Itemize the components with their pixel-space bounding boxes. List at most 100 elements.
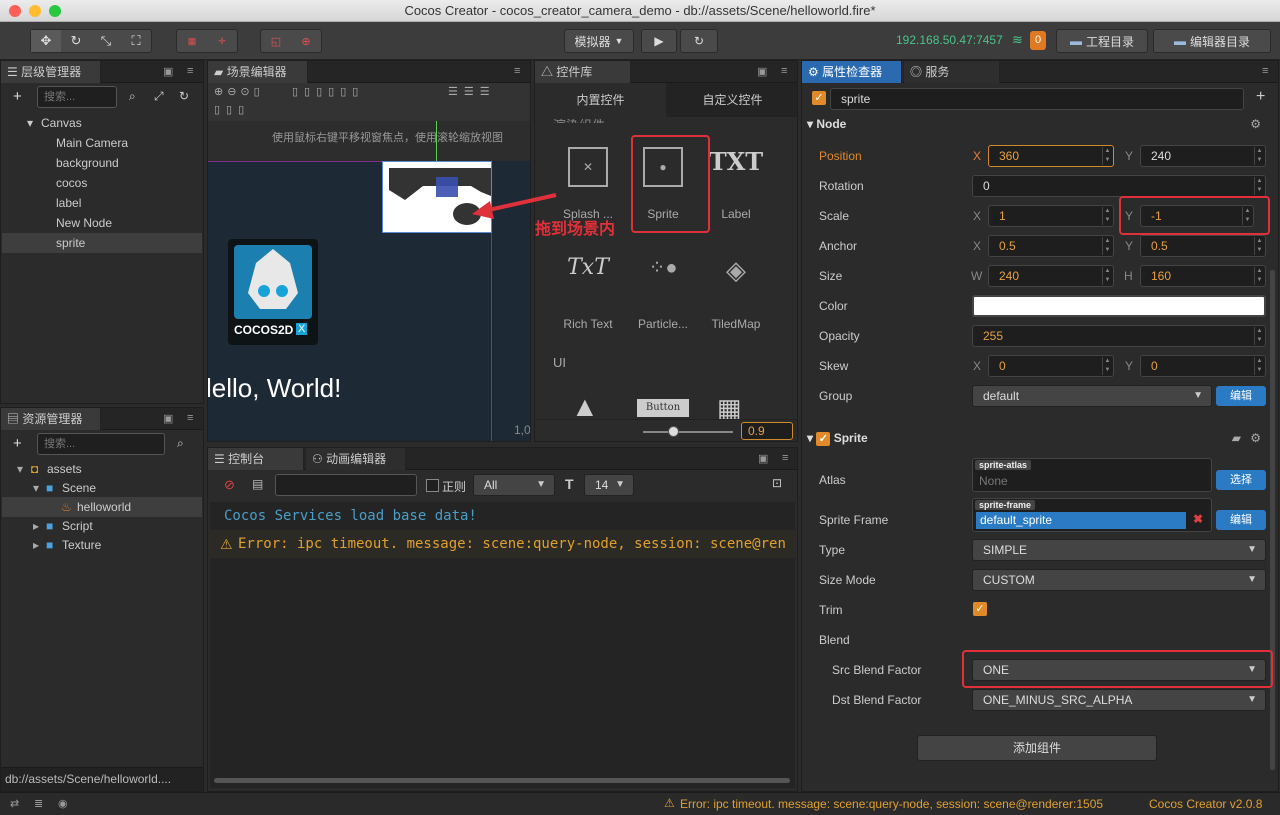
color-swatch[interactable]	[972, 295, 1266, 317]
tree-item-cocos[interactable]: cocos	[56, 173, 87, 193]
widget-splash[interactable]: ✕ Splash ...	[549, 147, 627, 221]
panel-menu-icon[interactable]: ≡	[1262, 65, 1268, 77]
tree-item-canvas[interactable]: Canvas	[41, 113, 82, 133]
tab-custom-widgets[interactable]: 自定义控件	[666, 83, 797, 117]
spinner-icon[interactable]: ▲ ▼	[1254, 267, 1264, 285]
cocos-logo[interactable]: COCOS2D X	[228, 239, 318, 345]
tab-inspector[interactable]: ⚙ 属性检查器	[802, 61, 902, 83]
panel-menu-icon[interactable]: ≡	[781, 65, 787, 77]
clear-console-icon[interactable]: ⊘	[224, 477, 235, 493]
opacity-input[interactable]: 255 ▲ ▼	[972, 325, 1266, 347]
tree-arrow-icon[interactable]: ▸	[33, 535, 39, 555]
spinner-icon[interactable]: ▲ ▼	[1102, 237, 1112, 255]
anchor-y-input[interactable]: 0.5 ▲ ▼	[1140, 235, 1266, 257]
trim-checkbox[interactable]: ✓	[973, 602, 987, 616]
regex-checkbox[interactable]	[426, 479, 439, 492]
sprite-enabled-checkbox[interactable]: ✓	[816, 431, 831, 446]
close-window-button[interactable]	[9, 5, 21, 17]
refresh-icon[interactable]: ↻	[179, 89, 189, 103]
tree-arrow-icon[interactable]: ▾	[27, 113, 33, 133]
tree-item-label[interactable]: label	[56, 193, 81, 213]
expand-icon[interactable]: ⤢	[154, 89, 164, 104]
hierarchy-search-input[interactable]: 搜索...	[37, 86, 117, 108]
scale-x-input[interactable]: 1 ▲ ▼	[988, 205, 1114, 227]
tab-assets[interactable]: ▤ 资源管理器	[1, 408, 101, 430]
panel-menu-icon[interactable]: ≡	[187, 412, 193, 424]
button-widget-icon[interactable]: Button	[637, 399, 689, 417]
asset-item-helloworld[interactable]: helloworld	[77, 497, 131, 517]
spinner-icon[interactable]: ▲ ▼	[1102, 207, 1112, 225]
refresh-button[interactable]: ↻	[680, 29, 718, 53]
sync-icon[interactable]: ⇄	[10, 797, 19, 810]
spinner-icon[interactable]: ▲ ▼	[1102, 147, 1112, 165]
sprite-section-header[interactable]: ▾ ✓ Sprite ▰ ⚙	[807, 427, 1267, 449]
spinner-icon[interactable]: ▲ ▼	[1254, 177, 1264, 195]
asset-item-assets[interactable]: assets	[47, 459, 82, 479]
spinner-icon[interactable]: ▲ ▼	[1254, 237, 1264, 255]
gear-icon[interactable]: ⚙	[1250, 113, 1261, 135]
add-asset-icon[interactable]: +	[13, 435, 22, 452]
tab-console[interactable]: ☰ 控制台	[208, 448, 304, 470]
tree-arrow-icon[interactable]: ▾	[17, 459, 23, 479]
gizmo-icon[interactable]: ⊕	[291, 30, 321, 52]
rotate-tool-icon[interactable]: ↻	[61, 30, 91, 52]
widget-particle[interactable]: ⁘● Particle...	[624, 255, 702, 331]
add-component-button[interactable]: 添加组件	[917, 735, 1157, 761]
tree-item-new-node[interactable]: New Node	[56, 213, 112, 233]
maximize-icon[interactable]: ▣	[758, 452, 768, 465]
widget-richtext[interactable]: TxT Rich Text	[549, 255, 627, 331]
zoom-value-field[interactable]: 0.9	[741, 422, 793, 440]
simulator-dropdown[interactable]: 模拟器 ▼	[564, 29, 634, 53]
ip-address[interactable]: 192.168.50.47:7457	[896, 33, 1003, 47]
position-x-input[interactable]: 360 ▲ ▼	[988, 145, 1114, 167]
spinner-icon[interactable]: ▲ ▼	[1254, 327, 1264, 345]
scale-tool-icon[interactable]: ⤡	[91, 30, 121, 52]
notification-badge[interactable]: 0	[1030, 31, 1046, 50]
spinner-icon[interactable]: ▲ ▼	[1102, 357, 1112, 375]
zoom-slider-track[interactable]	[643, 431, 733, 433]
rotation-input[interactable]: 0 ▲ ▼	[972, 175, 1266, 197]
add-icon[interactable]: +	[1256, 88, 1265, 106]
zoom-slider-handle[interactable]	[668, 426, 679, 437]
type-select[interactable]: SIMPLE ▼	[972, 539, 1266, 561]
collapse-icon[interactable]: ⊡	[772, 476, 782, 490]
skew-x-input[interactable]: 0 ▲ ▼	[988, 355, 1114, 377]
tree-item-main-camera[interactable]: Main Camera	[56, 133, 128, 153]
maximize-icon[interactable]: ▣	[757, 65, 767, 78]
tree-item-background[interactable]: background	[56, 153, 119, 173]
panel-menu-icon[interactable]: ≡	[187, 65, 193, 77]
console-filter-input[interactable]	[275, 474, 417, 496]
asset-item-script[interactable]: Script	[62, 516, 93, 536]
tree-arrow-icon[interactable]: ▾	[33, 478, 39, 498]
sprite-frame-field[interactable]: sprite-frame default_sprite ✖	[972, 498, 1212, 532]
position-y-input[interactable]: 240 ▲ ▼	[1140, 145, 1266, 167]
assets-search-input[interactable]: 搜索...	[37, 433, 165, 455]
tab-widgets[interactable]: △ 控件库	[535, 61, 631, 83]
tab-builtin-widgets[interactable]: 内置控件	[535, 83, 666, 117]
maximize-icon[interactable]: ▣	[163, 65, 173, 78]
group-select[interactable]: default ▼	[972, 385, 1212, 407]
asset-item-texture[interactable]: Texture	[62, 535, 101, 555]
minimize-window-button[interactable]	[29, 5, 41, 17]
rect-tool-icon[interactable]: ⛶	[121, 30, 151, 52]
log-level-select[interactable]: All ▼	[473, 474, 555, 496]
hello-world-label[interactable]: lello, World!	[208, 373, 341, 404]
spinner-icon[interactable]: ▲ ▼	[1254, 357, 1264, 375]
tab-hierarchy[interactable]: ☰ 层级管理器	[1, 61, 101, 83]
status-error[interactable]: Error: ipc timeout. message: scene:query…	[680, 797, 1103, 811]
tree-arrow-icon[interactable]: ▸	[33, 516, 39, 536]
align-tools-icon[interactable]: ▯▯▯▯▯▯	[292, 85, 364, 98]
search-icon[interactable]: ⌕	[177, 436, 184, 451]
search-icon[interactable]: ⌕	[129, 89, 136, 104]
tab-service[interactable]: ◎ 服务	[904, 61, 1000, 83]
database-icon[interactable]: ≣	[34, 797, 43, 810]
console-log-area[interactable]: Cocos Services load base data! ⚠ Error: …	[210, 502, 795, 788]
size-h-input[interactable]: 160 ▲ ▼	[1140, 265, 1266, 287]
font-size-select[interactable]: 14 ▼	[584, 474, 634, 496]
snap-icon[interactable]: ◱	[261, 30, 291, 52]
distribute-tools-icon[interactable]: ☰☰☰	[448, 85, 496, 98]
anchor-gizmo[interactable]	[436, 177, 458, 197]
layout-tools-icon[interactable]: ▯▯▯	[214, 103, 250, 116]
eye-icon[interactable]: ◉	[58, 797, 68, 810]
spinner-icon[interactable]: ▲ ▼	[1254, 147, 1264, 165]
